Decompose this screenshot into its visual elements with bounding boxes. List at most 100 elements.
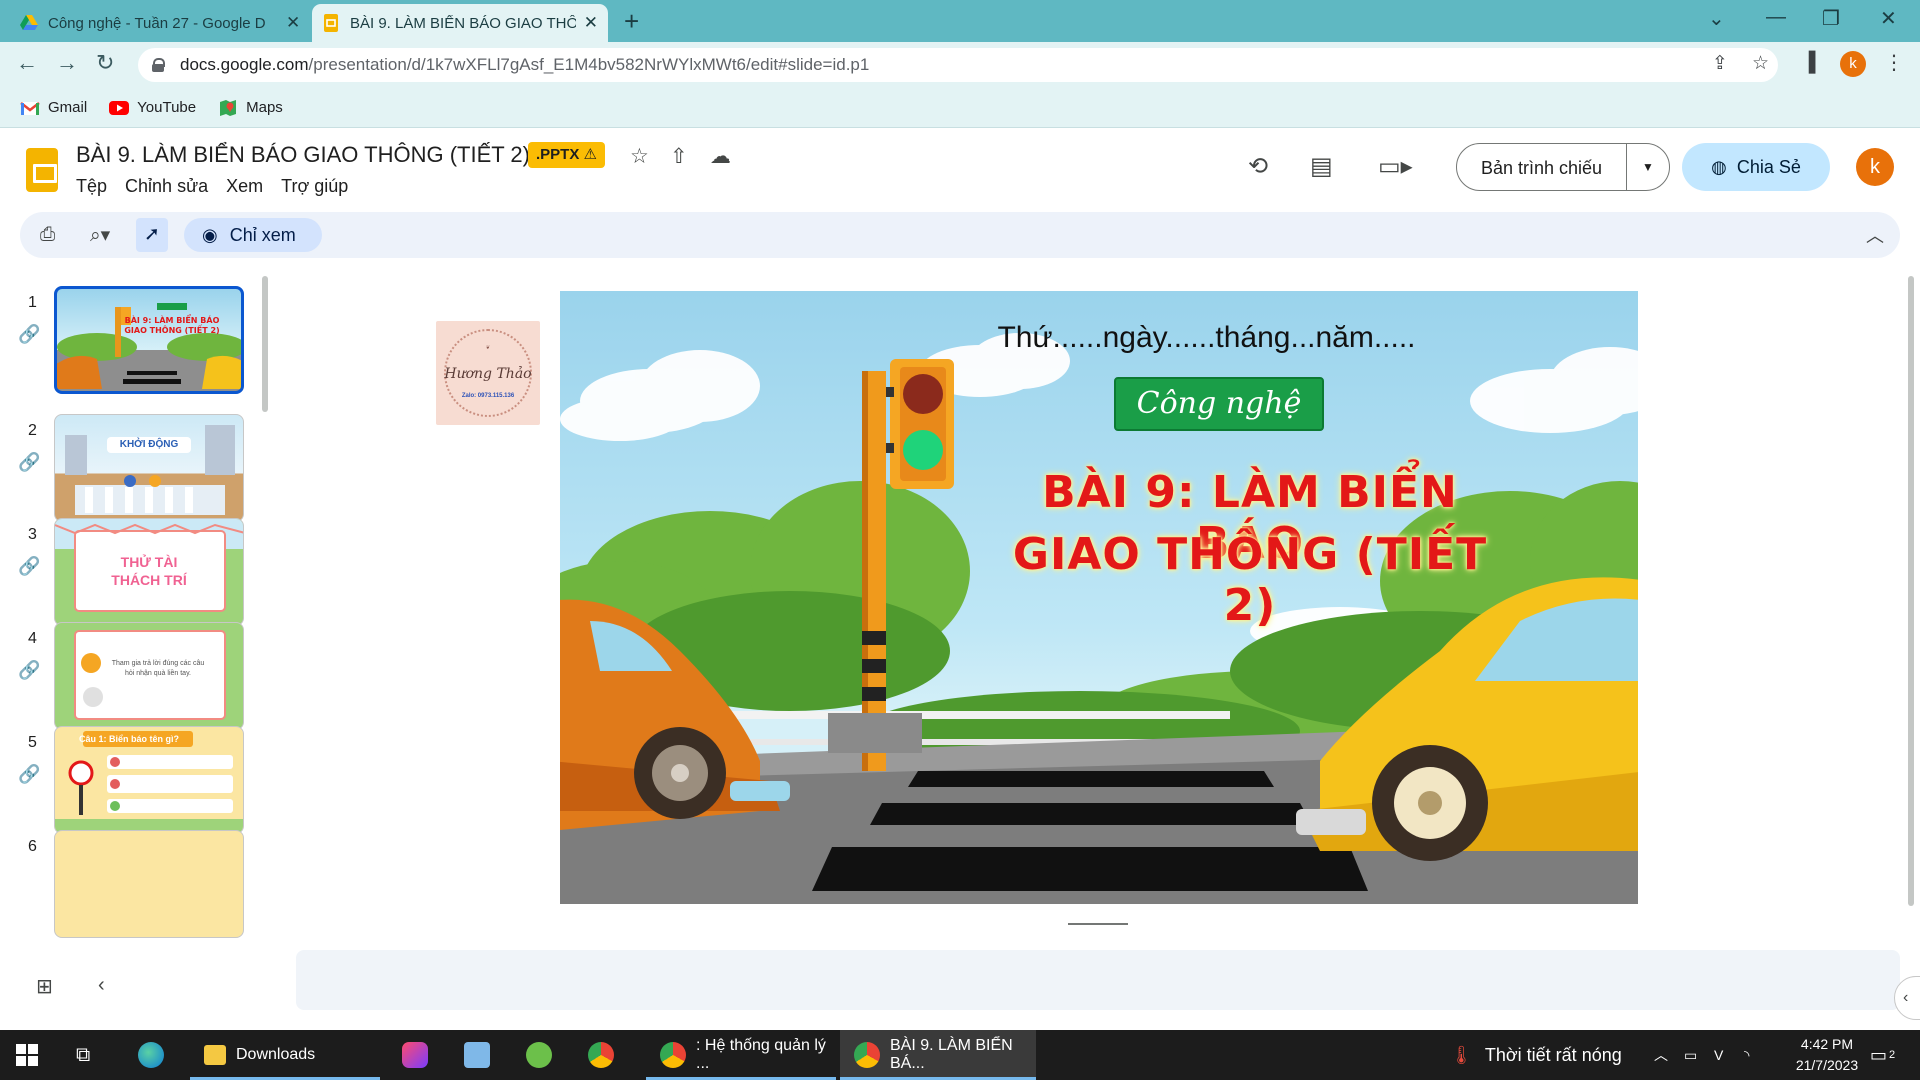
close-icon[interactable]: ✕ [584, 13, 598, 33]
link-icon: 🔗 [18, 452, 41, 472]
zoom-icon[interactable]: ⌕▾ [90, 224, 110, 247]
notifications-icon[interactable]: ▭ 2 [1870, 1030, 1895, 1080]
slideshow-button[interactable]: Bản trình chiếu ▼ [1456, 143, 1670, 191]
menu-help[interactable]: Trợ giúp [281, 176, 348, 197]
app-icon[interactable] [464, 1030, 490, 1080]
tray-chevron-icon[interactable]: ︿ [1654, 1030, 1668, 1080]
bookmark-youtube[interactable]: YouTube [109, 99, 196, 116]
taskbar-downloads[interactable]: Downloads [190, 1030, 380, 1080]
author-logo: ❦ Hương Thảo Zalo: 0973.115.136 [436, 321, 540, 425]
filmstrip-slide-1[interactable]: 1 🔗 BÀI 9: LÀM BIỂN BÁO GIAO THÔNG (TIẾT… [0, 286, 260, 398]
url-host: docs.google.com [180, 55, 309, 74]
speaker-notes[interactable] [296, 950, 1900, 1010]
reload-icon[interactable]: ↻ [96, 50, 114, 76]
slide-thumbnail[interactable]: Tham gia trả lời đúng các câu hỏi nhận q… [54, 622, 244, 730]
weather-widget[interactable]: 🌡 Thời tiết rất nóng [1450, 1030, 1622, 1080]
menu-file[interactable]: Tệp [76, 176, 107, 197]
back-arrow-icon[interactable]: ← [16, 50, 38, 76]
view-only-label: Chỉ xem [229, 224, 296, 245]
notification-count: 2 [1889, 1049, 1896, 1061]
taskbar-chrome-window-2[interactable]: BÀI 9. LÀM BIỂN BÁ... [840, 1030, 1036, 1080]
lock-icon[interactable] [152, 58, 165, 72]
slides-logo[interactable] [26, 148, 58, 192]
share-button[interactable]: ◍ Chia Sẻ [1682, 143, 1830, 191]
close-window-icon[interactable]: ✕ [1880, 6, 1897, 31]
view-only-button[interactable]: ◉ Chỉ xem [184, 218, 322, 252]
menu-edit[interactable]: Chỉnh sửa [125, 176, 208, 197]
chrome-icon[interactable] [588, 1030, 614, 1080]
forward-arrow-icon[interactable]: → [56, 50, 78, 76]
cloud-status-icon[interactable]: ☁ [710, 144, 731, 169]
slide-thumbnail[interactable] [54, 830, 244, 938]
document-title[interactable]: BÀI 9. LÀM BIỂN BÁO GIAO THÔNG (TIẾT 2) [76, 142, 530, 168]
chevron-up-icon[interactable]: ︿ [1866, 222, 1884, 248]
move-to-drive-icon[interactable]: ⇧ [670, 144, 688, 169]
more-menu-icon[interactable]: ⋮ [1884, 50, 1904, 75]
slide-thumbnail[interactable]: BÀI 9: LÀM BIỂN BÁO GIAO THÔNG (TIẾT 2) [54, 286, 244, 394]
filmstrip-slide-2[interactable]: 2 🔗 KHỞI ĐỘNG [0, 414, 260, 526]
filmstrip-slide-6[interactable]: 6 [0, 830, 260, 940]
link-icon: 🔗 [18, 660, 41, 680]
google-drive-icon [20, 15, 38, 30]
close-icon[interactable]: ✕ [286, 13, 300, 33]
edge-icon[interactable] [138, 1030, 164, 1080]
vpn-icon[interactable]: V [1714, 1030, 1723, 1080]
thumbnail-art: BÀI 9: LÀM BIỂN BÁO GIAO THÔNG (TIẾT 2) [57, 303, 241, 389]
svg-text:BÀI 9: LÀM BIỂN BÁO: BÀI 9: LÀM BIỂN BÁO [125, 313, 220, 325]
chevron-left-icon[interactable]: ‹ [98, 974, 105, 997]
taskbar-chrome-window-1[interactable]: : Hệ thống quản lý ... [646, 1030, 836, 1080]
tab-slides[interactable]: BÀI 9. LÀM BIỂN BÁO GIAO THÔ ✕ [312, 4, 608, 42]
filmstrip-slide-3[interactable]: 3 🔗 THỬ TÀI THÁCH TRÍ [0, 518, 260, 630]
wifi-icon[interactable]: ◝ [1744, 1030, 1749, 1080]
grid-view-icon[interactable]: ⊞ [36, 974, 53, 999]
system-clock[interactable]: 4:42 PM 21/7/2023 [1782, 1034, 1872, 1076]
start-button[interactable] [16, 1030, 46, 1080]
minimize-icon[interactable]: — [1766, 6, 1786, 29]
filmstrip-slide-4[interactable]: 4 🔗 Tham gia trả lời đúng các câu hỏi nh… [0, 622, 260, 734]
filmstrip-slide-5[interactable]: 5 🔗 Câu 1: Biển báo tên gì? [0, 726, 260, 838]
slide-canvas[interactable]: Thứ......ngày......tháng...năm..... Công… [560, 291, 1638, 904]
gmail-icon [20, 101, 40, 115]
star-icon[interactable]: ☆ [630, 144, 649, 169]
maps-icon [220, 99, 237, 116]
tab-google-drive[interactable]: Công nghệ - Tuần 27 - Google D ✕ [10, 4, 312, 42]
restore-icon[interactable]: ❐ [1822, 6, 1840, 31]
bookmark-gmail[interactable]: Gmail [20, 99, 87, 116]
task-view-icon[interactable]: ⧉ [76, 1030, 90, 1080]
notes-resize-handle[interactable] [1068, 923, 1128, 925]
select-cursor-icon[interactable]: ➚ [136, 218, 168, 252]
network-icon[interactable]: ▭ [1684, 1030, 1697, 1080]
link-icon: 🔗 [18, 556, 41, 576]
comments-icon[interactable]: ▤ [1310, 152, 1333, 181]
thumbnail-caption: KHỞI ĐỘNG [119, 439, 179, 450]
bookmark-maps[interactable]: Maps [218, 99, 283, 116]
share-icon[interactable]: ⇪ [1712, 52, 1728, 75]
version-history-icon[interactable]: ⟲ [1248, 152, 1268, 181]
chevron-down-icon[interactable]: ⌄ [1708, 6, 1725, 31]
app-green-icon[interactable] [526, 1030, 552, 1080]
menu-view[interactable]: Xem [226, 176, 263, 197]
slide-thumbnail[interactable]: THỬ TÀI THÁCH TRÍ [54, 518, 244, 626]
share-label: Chia Sẻ [1736, 156, 1801, 177]
pptx-badge[interactable]: .PPTX ⚠ [528, 142, 605, 168]
taskbar-app-label: BÀI 9. LÀM BIỂN BÁ... [890, 1037, 1013, 1072]
side-panel-icon[interactable]: ▐ [1802, 52, 1815, 74]
google-slides-icon [324, 14, 338, 32]
slide-number: 1 [28, 294, 37, 311]
video-call-icon[interactable]: ▭▸ [1378, 152, 1413, 181]
bookmark-star-icon[interactable]: ☆ [1752, 52, 1769, 75]
caret-down-icon[interactable]: ▼ [1627, 160, 1669, 174]
creative-cloud-icon[interactable] [402, 1030, 428, 1080]
slide-thumbnail[interactable]: Câu 1: Biển báo tên gì? [54, 726, 244, 834]
account-avatar[interactable]: k [1856, 148, 1894, 186]
editor-scrollbar[interactable] [1908, 276, 1914, 906]
filmstrip-scrollbar[interactable] [262, 276, 268, 412]
address-bar[interactable]: docs.google.com/presentation/d/1k7wXFLl7… [138, 48, 1778, 82]
slideshow-label[interactable]: Bản trình chiếu [1457, 144, 1627, 190]
clock-time: 4:42 PM [1800, 1036, 1854, 1052]
new-tab-button[interactable]: + [624, 6, 639, 37]
profile-avatar[interactable]: k [1840, 51, 1866, 77]
print-icon[interactable]: ⎙ [40, 224, 55, 246]
slide-number: 5 [28, 734, 37, 751]
slide-thumbnail[interactable]: KHỞI ĐỘNG [54, 414, 244, 522]
